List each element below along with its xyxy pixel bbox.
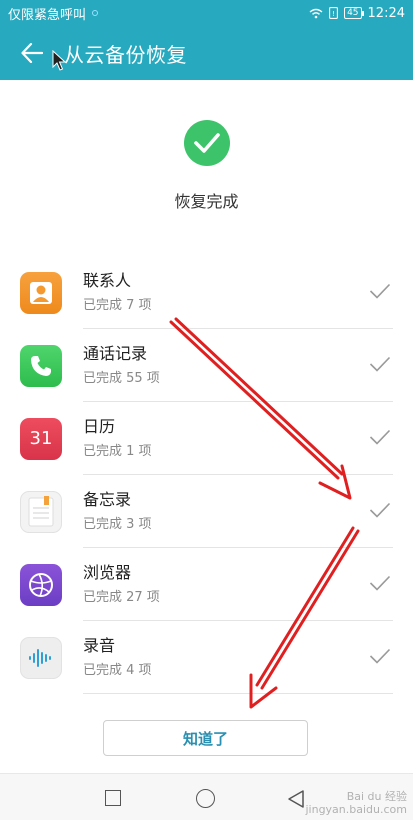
checkmark-icon [369,356,391,372]
restore-item-list: 联系人 已完成 7 项 通话记录 已完成 55 项 31 日历 已完成 1 项 [0,256,413,694]
back-button[interactable] [14,35,50,71]
nav-back-button[interactable] [287,789,305,809]
list-item: 通话记录 已完成 55 项 [0,329,413,402]
calendar-icon: 31 [20,417,62,460]
list-item: 联系人 已完成 7 项 [0,256,413,329]
item-name: 录音 [83,636,116,655]
sim-icon: ! [329,7,339,19]
status-right: ! 45 12:24 [309,6,405,21]
list-item: 浏览器 已完成 27 项 [0,548,413,621]
recent-apps-button[interactable] [105,790,121,806]
item-status: 已完成 3 项 [83,517,152,532]
svg-text:!: ! [332,10,335,18]
arrow-left-icon [21,43,43,63]
restore-result: 恢复完成 [0,120,413,212]
got-it-button[interactable]: 知道了 [103,720,308,756]
list-item: 录音 已完成 4 项 [0,621,413,694]
battery-icon: 45 [344,7,365,19]
status-left: 仅限紧急呼叫 [8,4,99,23]
status-bar: 仅限紧急呼叫 ! 45 12:24 [0,0,413,26]
item-status: 已完成 55 项 [83,371,160,386]
item-status: 已完成 1 项 [83,444,152,459]
list-item: 备忘录 已完成 3 项 [0,475,413,548]
wifi-icon [309,8,323,18]
item-status: 已完成 7 项 [83,298,152,313]
item-name: 通话记录 [83,344,148,363]
memo-icon [20,490,62,533]
restore-complete-text: 恢复完成 [174,192,239,211]
watermark-line-1: Bai du 经验 [346,790,407,803]
watermark-line-2: jingyan.baidu.com [305,803,407,816]
checkmark-icon [369,502,391,518]
list-item: 31 日历 已完成 1 项 [0,402,413,475]
item-status: 已完成 4 项 [83,663,152,678]
sync-dot-icon [92,10,99,16]
checkmark-icon [369,283,391,299]
item-name: 备忘录 [83,490,132,509]
contacts-icon [20,271,62,314]
divider [83,693,393,694]
phone-icon [20,344,62,387]
mouse-cursor-icon [52,50,66,71]
home-button[interactable] [196,789,215,808]
clock: 12:24 [367,5,405,21]
check-circle-icon [183,120,230,166]
navigation-bar: Bai du 经验 jingyan.baidu.com [0,773,413,820]
item-name: 联系人 [83,271,132,290]
item-name: 日历 [83,417,116,436]
checkmark-icon [369,575,391,591]
browser-icon [20,563,62,606]
item-name: 浏览器 [83,563,132,582]
recorder-icon [20,636,62,679]
watermark: Bai du 经验 jingyan.baidu.com [305,790,407,816]
page-title: 从云备份恢复 [64,42,187,67]
carrier-text: 仅限紧急呼叫 [8,7,87,23]
checkmark-icon [369,648,391,664]
item-status: 已完成 27 项 [83,590,160,605]
checkmark-icon [369,429,391,445]
